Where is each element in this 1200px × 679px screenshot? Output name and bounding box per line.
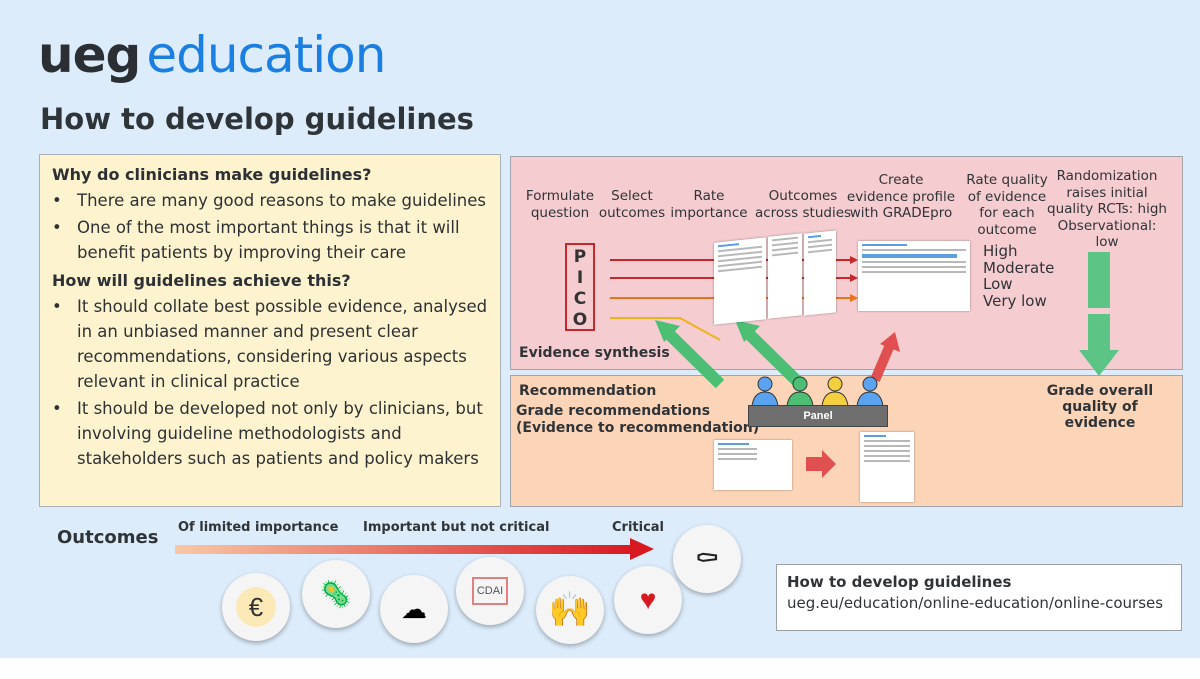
grade-very-low: Very low xyxy=(983,291,1047,310)
red-right-arrow xyxy=(806,457,824,471)
importance-scale-arrow xyxy=(175,545,635,554)
scale-critical: Critical xyxy=(612,520,665,535)
quality-grades: High Moderate Low Very low xyxy=(983,243,1054,309)
scale-important: Important but not critical xyxy=(363,520,550,535)
link-title: How to develop guidelines xyxy=(787,573,1012,591)
recommendation-label: Recommendation xyxy=(519,383,657,399)
arrow-head xyxy=(850,256,858,264)
grade-moderate: Moderate xyxy=(983,258,1055,277)
recommendation-slide xyxy=(714,440,792,490)
panel-label: Panel xyxy=(748,405,888,427)
study-document xyxy=(768,233,802,319)
course-link-box: How to develop guidelines ueg.eu/educati… xyxy=(776,564,1182,631)
brain-icon: ☁ xyxy=(380,575,448,643)
evidence-synthesis-label: Evidence synthesis xyxy=(519,345,670,361)
green-down-arrow xyxy=(1088,252,1110,308)
bacteria-icon: 🦠 xyxy=(302,560,370,628)
colon-cdai-icon: CDAI xyxy=(456,557,524,625)
arrow-head xyxy=(850,294,858,302)
panel-people-icon xyxy=(751,376,884,406)
grade-high: High xyxy=(983,242,1018,260)
scale-limited: Of limited importance xyxy=(178,520,339,535)
etr-label: (Evidence to recommendation) xyxy=(516,420,760,436)
study-document xyxy=(804,230,836,316)
heart-monitor-icon: ♥ xyxy=(614,566,682,634)
guideline-paper xyxy=(860,432,914,502)
person-icon xyxy=(786,376,814,406)
course-url[interactable]: ueg.eu/education/online-education/online… xyxy=(787,594,1171,612)
coffin-icon: ⚰ xyxy=(673,525,741,593)
outcomes-label: Outcomes xyxy=(57,527,159,548)
grade-low: Low xyxy=(983,275,1013,293)
person-icon xyxy=(821,376,849,406)
evidence-profile-document xyxy=(858,241,970,311)
grade-overall-label: Grade overall quality of evidence xyxy=(1046,383,1154,431)
person-icon: 🙌 xyxy=(536,576,604,644)
grade-recommendations-label: Grade recommendations xyxy=(516,403,711,419)
person-icon xyxy=(856,376,884,406)
arrow-head xyxy=(850,274,858,282)
green-arrow xyxy=(660,325,725,389)
money-bag-icon: € xyxy=(222,573,290,641)
study-document xyxy=(714,237,766,325)
person-icon xyxy=(751,376,779,406)
